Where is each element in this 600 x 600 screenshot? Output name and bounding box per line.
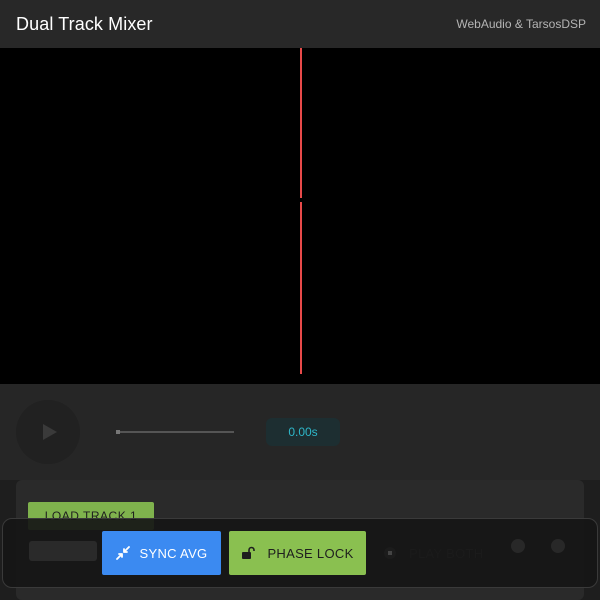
app-root: Dual Track Mixer WebAudio & TarsosDSP 0.…	[0, 0, 600, 600]
play-both-label: PLAY BOTH	[409, 545, 484, 561]
obscured-icon	[511, 539, 525, 553]
seek-handle[interactable]	[116, 430, 120, 434]
app-title: Dual Track Mixer	[16, 13, 153, 34]
phase-lock-button[interactable]: PHASE LOCK	[229, 531, 366, 575]
obscured-icon	[551, 539, 565, 553]
waveform-canvas[interactable]	[0, 48, 600, 384]
sync-avg-button[interactable]: SYNC AVG	[102, 531, 221, 575]
unlock-icon	[241, 546, 256, 560]
seek-slider[interactable]	[116, 431, 234, 433]
phase-lock-label: PHASE LOCK	[267, 545, 354, 561]
transport-bar: 0.00s	[0, 384, 600, 480]
compress-arrows-icon	[115, 546, 130, 560]
time-display: 0.00s	[266, 418, 340, 446]
mix-toolbar: SYNC AVG PHASE LOCK PLAY BOTH	[2, 518, 598, 588]
app-header: Dual Track Mixer WebAudio & TarsosDSP	[0, 0, 600, 48]
play-both-button[interactable]: PLAY BOTH	[383, 531, 513, 575]
play-icon	[43, 424, 57, 440]
obscured-control	[29, 541, 97, 561]
playhead-marker[interactable]	[300, 48, 302, 198]
sync-avg-label: SYNC AVG	[139, 545, 208, 561]
stop-circle-icon	[383, 546, 397, 560]
playhead-marker-lower[interactable]	[300, 202, 302, 374]
play-button[interactable]	[16, 400, 80, 464]
app-subtitle: WebAudio & TarsosDSP	[456, 17, 586, 31]
